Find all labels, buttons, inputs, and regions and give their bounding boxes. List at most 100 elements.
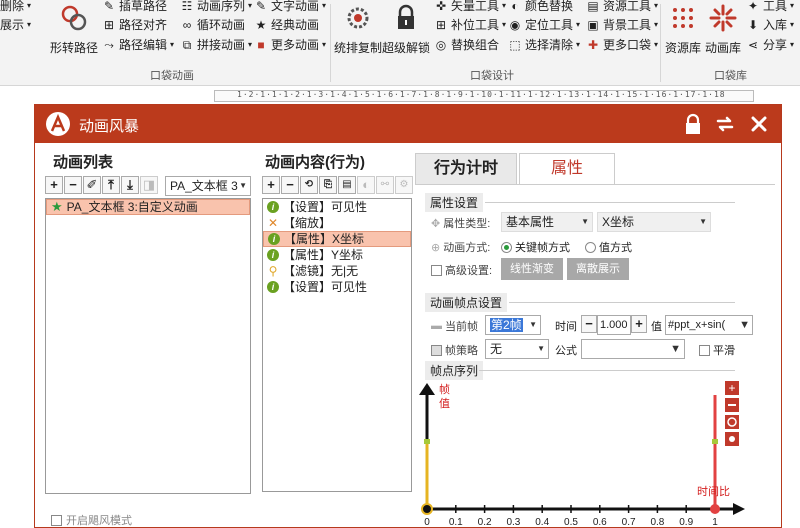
keyframe-point[interactable]	[421, 503, 433, 515]
formula-select[interactable]: ▼	[581, 339, 685, 359]
ribbon-locate-tool[interactable]: ◉ 定位工具 ▾	[508, 16, 580, 33]
prop-type-select[interactable]: 基本属性 ▼	[501, 212, 593, 232]
keyframe-timeline: 帧 值 0 0.1 0.2 0.3 0.4 0.5 0.6 0.7 0.8 0.9 1 时间比 +	[419, 381, 745, 527]
radio-unchecked[interactable]	[585, 241, 596, 253]
ribbon-draw-path[interactable]: ✎ 插草路径	[102, 0, 167, 14]
dialog-titlebar[interactable]: 动画风暴	[35, 105, 781, 143]
list-item[interactable]: i 【设置】可见性	[263, 199, 411, 215]
remove-behavior-button[interactable]: −	[281, 176, 299, 194]
animation-storm-dialog: 动画风暴 动画列表 + − ✐ ⤒ ⤓ ◨ PA_文本框 3 ▼ ★ PA_文本…	[34, 104, 782, 528]
ribbon-text-anim[interactable]: ✎ 文字动画 ▾	[254, 0, 326, 14]
frame-marker[interactable]	[424, 439, 430, 444]
mode-value-label: 值方式	[599, 242, 632, 254]
advanced-checkbox[interactable]	[431, 264, 442, 276]
copy-button[interactable]: ⎘	[319, 176, 337, 194]
advanced-label: 高级设置:	[431, 262, 492, 278]
disabled-tool-button[interactable]: ◨	[140, 176, 158, 194]
list-item[interactable]: ★ PA_文本框 3:自定义动画	[46, 199, 250, 215]
anim-content-title: 动画内容(行为)	[265, 154, 365, 171]
time-input[interactable]: 1.000	[597, 315, 631, 335]
frame-strategy-select[interactable]: 无 ▼	[485, 339, 549, 359]
current-frame-label: ▬ 当前帧	[431, 318, 478, 334]
value-input[interactable]: #ppt_x+sin( ▼	[665, 315, 753, 335]
time-decrement-button[interactable]: −	[581, 315, 597, 333]
linear-gradient-button[interactable]: 线性渐变	[501, 258, 563, 280]
divider	[509, 302, 735, 303]
mode-value-radio[interactable]: 值方式	[585, 239, 632, 255]
link-button[interactable]: ⚯	[376, 176, 394, 194]
ribbon-shape-to-path-button[interactable]: 形转路径	[50, 2, 98, 56]
ribbon-classic-anim[interactable]: ★ 经典动画	[254, 16, 319, 33]
mode-keyframe-radio[interactable]: 关键帧方式	[501, 239, 570, 255]
close-button[interactable]	[747, 112, 771, 136]
discrete-display-button[interactable]: 离散展示	[567, 258, 629, 280]
ribbon-replace-group[interactable]: ◎ 替换组合	[434, 36, 499, 53]
ribbon-classic-anim-label: 经典动画	[271, 18, 320, 32]
half-circle-button[interactable]: ◐	[357, 176, 375, 194]
time-increment-button[interactable]: +	[631, 315, 647, 333]
list-item[interactable]: ⚲ 【滤镜】无|无	[263, 263, 411, 279]
move-icon: ✥	[431, 217, 441, 230]
list-item[interactable]: i 【属性】Y坐标	[263, 247, 411, 263]
checkbox-box[interactable]	[51, 514, 62, 526]
ribbon-resource-tool[interactable]: ▤ 资源工具 ▾	[586, 0, 658, 14]
ribbon-select-clear[interactable]: ⬚ 选择清除 ▾	[508, 36, 580, 53]
brush-button[interactable]: ✐	[83, 176, 101, 194]
ribbon-path-edit[interactable]: ⤳ 路径编辑 ▾	[102, 36, 174, 53]
list-item-label: 【属性】X坐标	[284, 232, 365, 246]
ribbon-color-replace[interactable]: ◐ 颜色替换	[508, 0, 573, 14]
ribbon-more-anim[interactable]: ■ 更多动画 ▾	[254, 36, 326, 53]
ribbon-show[interactable]: 展示 ▾	[0, 16, 31, 33]
move-top-button[interactable]: ⤒	[102, 176, 120, 194]
tab-timing[interactable]: 行为计时	[415, 153, 517, 185]
refresh-button[interactable]	[713, 112, 737, 136]
ribbon-more-pocket[interactable]: ✚ 更多口袋 ▾	[586, 36, 658, 53]
storm-mode-checkbox[interactable]: 开启飓风模式	[51, 512, 132, 528]
ribbon-fill-tool[interactable]: ⊞ 补位工具 ▾	[434, 16, 506, 33]
y-axis-arrow	[419, 383, 435, 395]
add-behavior-button[interactable]: +	[262, 176, 280, 194]
ribbon-resource-lib-button[interactable]: 资源库	[663, 2, 703, 56]
circle-frame-button[interactable]	[725, 415, 739, 429]
ribbon-share[interactable]: ⋖ 分享 ▾	[746, 36, 794, 53]
list-item[interactable]: ✕ 【缩放】	[263, 215, 411, 231]
ribbon-unlock-button[interactable]: 超级解锁	[382, 2, 430, 56]
prop-attr-select[interactable]: X坐标 ▼	[597, 212, 711, 232]
anim-target-combo[interactable]: PA_文本框 3 ▼	[165, 176, 251, 196]
radio-checked[interactable]	[501, 241, 512, 253]
tab-properties[interactable]: 属性	[519, 153, 615, 185]
text-anim-icon: ✎	[255, 0, 267, 13]
remove-anim-button[interactable]: −	[64, 176, 82, 194]
list-item[interactable]: i 【设置】可见性	[263, 279, 411, 295]
ribbon-batch-copy-button[interactable]: 统排复制	[334, 2, 382, 56]
settings-button[interactable]: ⚙	[395, 176, 413, 194]
ribbon-resource-lib-label: 资源库	[664, 41, 701, 55]
ribbon-anim-lib-button[interactable]: 动画库	[703, 2, 743, 56]
ribbon-separator	[660, 4, 661, 82]
current-frame-select[interactable]: 第2帧 ▼	[485, 315, 541, 335]
y-axis-label: 帧	[439, 382, 450, 396]
ribbon-unlock-label: 超级解锁	[382, 41, 431, 55]
ribbon-more-pocket-label: 更多口袋	[603, 38, 652, 52]
ribbon-background-tool[interactable]: ▣ 背景工具 ▾	[586, 16, 658, 33]
checkbox-box[interactable]	[699, 344, 710, 356]
lock-button[interactable]	[681, 112, 705, 136]
list-item[interactable]: i 【属性】X坐标	[263, 231, 411, 247]
ribbon-loop-anim[interactable]: ∞ 循环动画	[180, 16, 245, 33]
ribbon-path-align[interactable]: ⊞ 路径对齐	[102, 16, 167, 33]
ribbon-delete[interactable]: 删除 ▾	[0, 0, 31, 14]
convert-button[interactable]: ⟲	[300, 176, 318, 194]
ribbon-anim-sequence[interactable]: ☷ 动画序列 ▾	[180, 0, 252, 14]
move-bottom-button[interactable]: ⤓	[121, 176, 139, 194]
smooth-checkbox[interactable]: 平滑	[699, 342, 735, 358]
ribbon-import[interactable]: ⬇ 入库 ▾	[746, 16, 794, 33]
ribbon-splice-anim[interactable]: ⧉ 拼接动画 ▾	[180, 36, 252, 53]
add-anim-button[interactable]: +	[45, 176, 63, 194]
keyframe-point[interactable]	[710, 504, 720, 514]
ribbon-tools[interactable]: ✦ 工具 ▾	[746, 0, 794, 14]
info-icon: i	[267, 249, 279, 261]
frame-marker[interactable]	[712, 439, 718, 444]
paste-button[interactable]: ▤	[338, 176, 356, 194]
ribbon-vector-tool[interactable]: ✜ 矢量工具 ▾	[434, 0, 506, 14]
ribbon-color-replace-label: 颜色替换	[525, 0, 574, 13]
